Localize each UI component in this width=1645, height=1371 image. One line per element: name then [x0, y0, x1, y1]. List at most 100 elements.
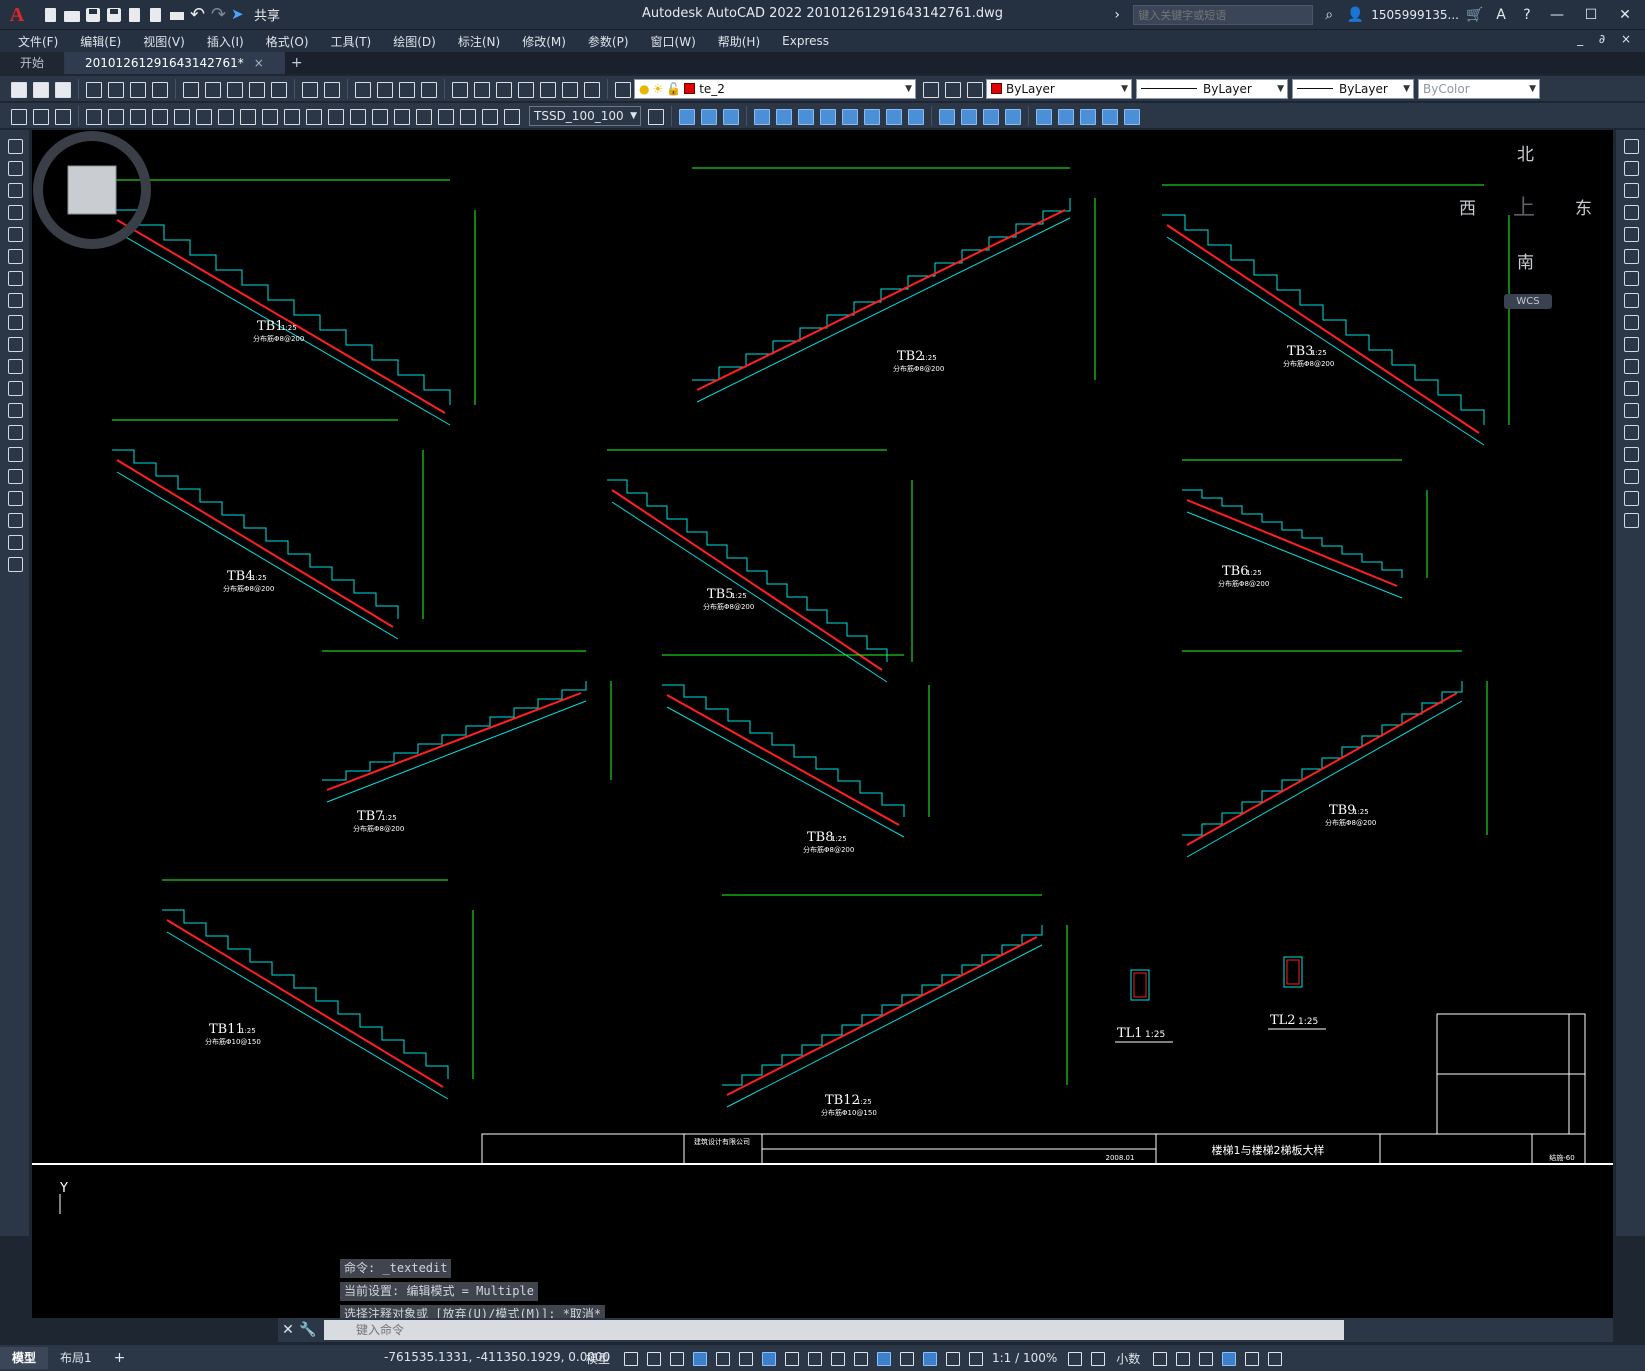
- modify-tool-icon[interactable]: [1121, 106, 1141, 126]
- tab-start[interactable]: 开始: [0, 52, 66, 74]
- menu-tools[interactable]: 工具(T): [331, 33, 372, 50]
- plot-icon[interactable]: [168, 6, 186, 24]
- plotstyle-dropdown[interactable]: ByColor ▼: [1418, 78, 1540, 99]
- dimension-space-icon[interactable]: [325, 106, 345, 126]
- gizmo-icon[interactable]: [919, 1348, 939, 1368]
- gradient-icon[interactable]: [7, 468, 23, 484]
- ordinate-dimension-icon[interactable]: [149, 106, 169, 126]
- save-icon[interactable]: [52, 79, 72, 99]
- arc-icon[interactable]: [7, 248, 23, 264]
- modify-tool-icon[interactable]: [817, 106, 837, 126]
- point-icon[interactable]: [7, 424, 23, 440]
- layer-previous-icon[interactable]: [942, 79, 962, 99]
- quick-properties-icon[interactable]: [1149, 1348, 1169, 1368]
- insert-block-icon[interactable]: [7, 380, 23, 396]
- viewcube-north[interactable]: 北: [1517, 140, 1534, 165]
- menu-draw[interactable]: 绘图(D): [393, 33, 436, 50]
- dimension-break-icon[interactable]: [347, 106, 367, 126]
- redo-icon[interactable]: [321, 79, 341, 99]
- open-icon[interactable]: [30, 79, 50, 99]
- properties-icon[interactable]: [449, 79, 469, 99]
- scale-icon[interactable]: [1623, 292, 1639, 308]
- chamfer-icon[interactable]: [1623, 446, 1639, 462]
- modify-tool-icon[interactable]: [1055, 106, 1075, 126]
- redo-icon[interactable]: [210, 4, 228, 25]
- modify-tool-icon[interactable]: [936, 106, 956, 126]
- 3d-print-icon[interactable]: [149, 79, 169, 99]
- calculator-icon[interactable]: [559, 79, 579, 99]
- lineweight-icon[interactable]: [781, 1348, 801, 1368]
- modify-tool-icon[interactable]: [839, 106, 859, 126]
- arc-length-icon[interactable]: [127, 106, 147, 126]
- plot-icon[interactable]: [83, 79, 103, 99]
- offset-icon[interactable]: [1623, 204, 1639, 220]
- customization-menu-icon[interactable]: [1264, 1348, 1284, 1368]
- selection-filter-icon[interactable]: [896, 1348, 916, 1368]
- extend-icon[interactable]: [1623, 358, 1639, 374]
- viewcube-south[interactable]: 南: [1517, 248, 1534, 273]
- open-file-icon[interactable]: [63, 6, 81, 24]
- user-icon[interactable]: 👤: [1345, 5, 1365, 25]
- pan-icon[interactable]: [352, 79, 372, 99]
- drawing-viewport[interactable]: TB1 1:25 分布筋Φ8@200 TB2 1:25 分布筋Φ8@200 TB3 1:25 分…: [32, 130, 1613, 1236]
- color-dropdown[interactable]: ByLayer ▼: [986, 78, 1132, 99]
- linear-dimension-icon[interactable]: [83, 106, 103, 126]
- baseline-dimension-icon[interactable]: [281, 106, 301, 126]
- spline-icon[interactable]: [7, 314, 23, 330]
- polar-tracking-icon[interactable]: [712, 1348, 732, 1368]
- dimension-style-dropdown[interactable]: TSSD_100_100 ▼: [529, 105, 641, 126]
- object-snap-tracking-icon[interactable]: [758, 1348, 778, 1368]
- isodraft-icon[interactable]: [735, 1348, 755, 1368]
- wcs-menu-button[interactable]: WCS: [1504, 294, 1552, 309]
- modify-tool-icon[interactable]: [905, 106, 925, 126]
- inspection-icon[interactable]: [413, 106, 433, 126]
- modify-tool-icon[interactable]: [773, 106, 793, 126]
- explode-icon[interactable]: [1623, 512, 1639, 528]
- trim-icon[interactable]: [1623, 336, 1639, 352]
- dimension-style-icon[interactable]: [645, 106, 665, 126]
- menu-parametric[interactable]: 参数(P): [588, 33, 629, 50]
- qnew-icon[interactable]: [8, 79, 28, 99]
- modify-tool-icon[interactable]: [883, 106, 903, 126]
- minimize-button[interactable]: —: [1543, 4, 1571, 26]
- menu-format[interactable]: 格式(O): [266, 33, 309, 50]
- transparency-icon[interactable]: [804, 1348, 824, 1368]
- continue-dimension-icon[interactable]: [303, 106, 323, 126]
- annotation-monitor-icon[interactable]: [1087, 1348, 1107, 1368]
- lock-ui-icon[interactable]: [1172, 1348, 1192, 1368]
- viewcube-east[interactable]: 东: [1575, 194, 1592, 219]
- menu-insert[interactable]: 插入(I): [207, 33, 244, 50]
- share-icon[interactable]: [231, 5, 249, 24]
- viewcube[interactable]: [32, 130, 152, 250]
- erase-icon[interactable]: [1623, 138, 1639, 154]
- dimension-text-edit-icon[interactable]: [479, 106, 499, 126]
- jogged-dimension-icon[interactable]: [193, 106, 213, 126]
- add-layout-button[interactable]: +: [104, 1350, 136, 1366]
- share-button[interactable]: 共享: [254, 5, 280, 24]
- dimension-update-icon[interactable]: [501, 106, 521, 126]
- publish-icon[interactable]: [127, 79, 147, 99]
- center-mark-icon[interactable]: [391, 106, 411, 126]
- cursor-coordinates[interactable]: -761535.1331, -411350.1929, 0.0000: [384, 1350, 610, 1364]
- make-block-icon[interactable]: [7, 402, 23, 418]
- modify-tool-icon[interactable]: [980, 106, 1000, 126]
- workspace-gear-icon[interactable]: [1064, 1348, 1084, 1368]
- move-icon[interactable]: [1623, 248, 1639, 264]
- menu-express[interactable]: Express: [782, 34, 829, 48]
- tssd-tool-icon[interactable]: [8, 106, 28, 126]
- copy-icon[interactable]: [202, 79, 222, 99]
- revision-cloud-icon[interactable]: [7, 292, 23, 308]
- stretch-icon[interactable]: [1623, 314, 1639, 330]
- save-icon[interactable]: [84, 6, 102, 24]
- radius-dimension-icon[interactable]: [171, 106, 191, 126]
- save-as-icon[interactable]: [105, 6, 123, 24]
- diameter-dimension-icon[interactable]: [215, 106, 235, 126]
- command-input[interactable]: [324, 1320, 1344, 1340]
- block-editor-icon[interactable]: [268, 79, 288, 99]
- polygon-icon[interactable]: [7, 204, 23, 220]
- ellipse-arc-icon[interactable]: [7, 358, 23, 374]
- construction-line-icon[interactable]: [7, 160, 23, 176]
- quick-dimension-icon[interactable]: [259, 106, 279, 126]
- snap-icon[interactable]: [643, 1348, 663, 1368]
- close-window-button[interactable]: ✕: [1611, 4, 1639, 26]
